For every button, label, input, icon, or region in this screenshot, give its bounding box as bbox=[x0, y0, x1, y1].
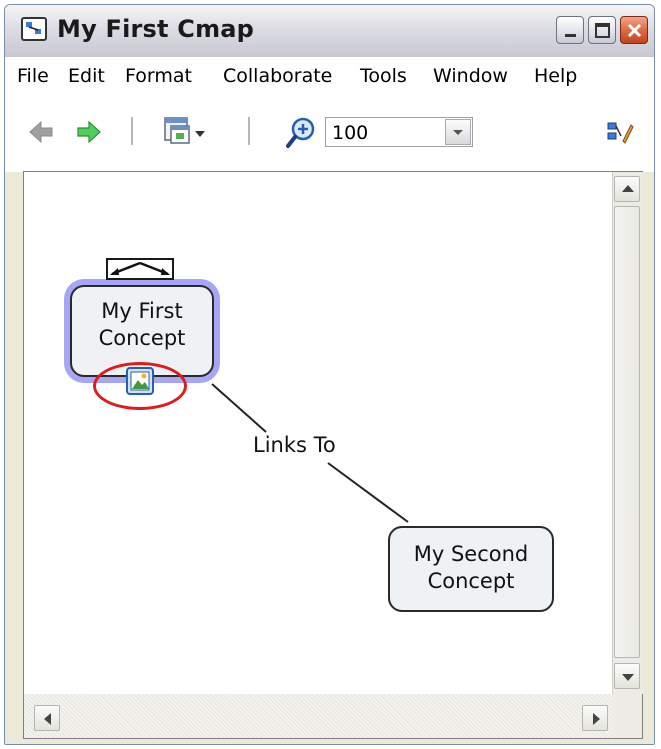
concept-label-line2: Concept bbox=[427, 569, 515, 593]
link-line-upper bbox=[211, 383, 267, 433]
concept-label-line1: My First bbox=[101, 299, 183, 323]
resize-arrows-icon bbox=[110, 261, 170, 276]
resize-handle[interactable] bbox=[106, 258, 174, 280]
link-label[interactable]: Links To bbox=[251, 433, 338, 457]
concept-node-second[interactable]: My Second Concept bbox=[388, 526, 554, 612]
highlight-ring bbox=[93, 362, 187, 410]
link-line-lower bbox=[327, 462, 409, 523]
concept-label-line2: Concept bbox=[98, 326, 186, 350]
concept-label-line1: My Second bbox=[413, 542, 529, 566]
